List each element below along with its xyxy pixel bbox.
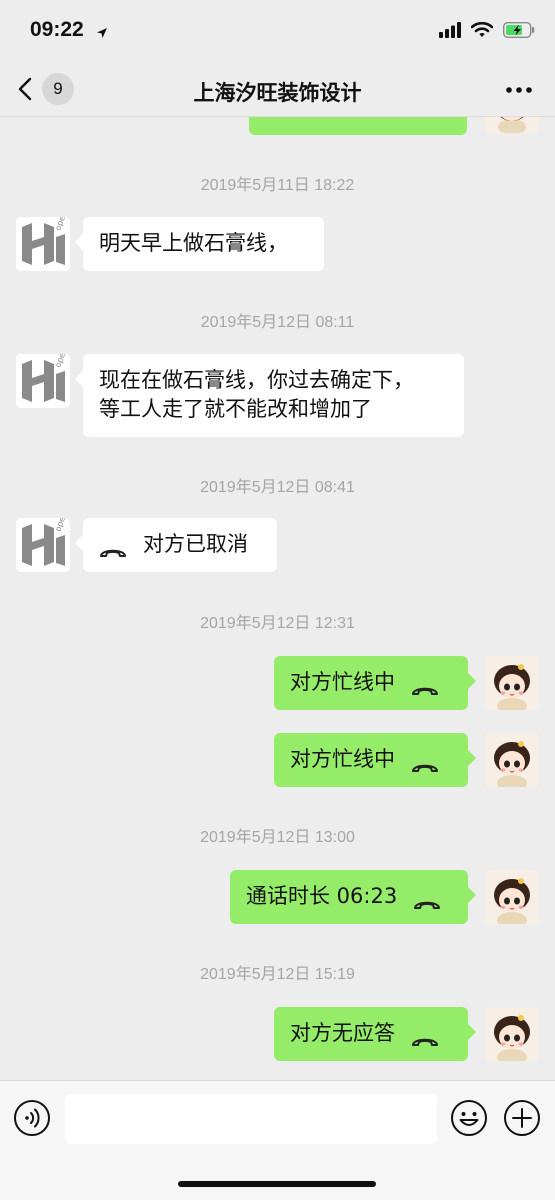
contact-avatar[interactable]: ope <box>16 217 70 271</box>
call-status-text: 对方忙线中 <box>290 670 395 694</box>
phone-hangup-icon <box>411 753 439 772</box>
message-text-line: 等工人走了就不能改和增加了 <box>99 397 372 421</box>
status-time: 09:22 <box>30 18 84 41</box>
battery-charging-icon <box>502 21 535 42</box>
my-avatar[interactable] <box>485 870 539 924</box>
call-record-sent[interactable]: 对方忙线中 <box>274 656 476 710</box>
phone-hangup-icon <box>411 676 439 695</box>
call-record-sent[interactable]: 对方忙线中 <box>274 733 476 787</box>
message-timestamp: 2019年5月12日 08:11 <box>200 314 355 331</box>
chat-title: 上海汐旺装饰设计 <box>193 81 362 105</box>
status-bar: 09:22 <box>0 0 555 66</box>
call-duration-text: 通话时长 06:23 <box>246 884 398 908</box>
message-text: 明天早上做石膏线， <box>99 231 288 255</box>
my-avatar[interactable] <box>485 1007 539 1061</box>
message-timestamp: 2019年5月11日 18:22 <box>200 177 355 194</box>
message-timestamp: 2019年5月12日 08:41 <box>200 479 355 496</box>
message-timestamp: 2019年5月12日 12:31 <box>200 615 355 632</box>
message-bubble-partial[interactable] <box>249 117 467 135</box>
phone-hangup-icon <box>411 1027 439 1046</box>
message-list[interactable]: 2019年5月11日 18:22 ope 明天早上做石膏线， 2019年5月12… <box>0 117 555 1080</box>
cellular-signal-icon <box>439 22 461 42</box>
call-record-sent[interactable]: 对方无应答 <box>274 1007 476 1061</box>
my-avatar[interactable] <box>485 656 539 710</box>
more-dots-icon[interactable] <box>505 80 533 100</box>
phone-hangup-icon <box>413 890 441 909</box>
wifi-icon <box>470 21 494 42</box>
location-arrow-icon <box>96 24 108 43</box>
my-avatar[interactable] <box>485 117 539 133</box>
phone-hangup-icon <box>99 538 127 557</box>
message-timestamp: 2019年5月12日 15:19 <box>200 966 355 983</box>
call-record-received[interactable]: 对方已取消 <box>75 518 277 572</box>
call-status-text: 对方已取消 <box>143 532 248 556</box>
my-avatar[interactable] <box>485 733 539 787</box>
call-status-text: 对方无应答 <box>290 1021 395 1045</box>
nav-bar: 9 上海汐旺装饰设计 <box>0 66 555 117</box>
message-input[interactable] <box>65 1094 437 1144</box>
message-bubble-received[interactable]: 现在在做石膏线，你过去确定下， 等工人走了就不能改和增加了 <box>75 354 464 437</box>
chat-screen: 09:22 9 上海汐旺装饰设计 2019年5月11日 18:22 ope 明天… <box>0 0 555 1200</box>
plus-icon[interactable] <box>503 1099 541 1137</box>
call-record-sent[interactable]: 通话时长 06:23 <box>230 870 476 924</box>
message-text-line: 现在在做石膏线，你过去确定下， <box>99 368 414 392</box>
contact-avatar[interactable]: ope <box>16 354 70 408</box>
contact-avatar[interactable]: ope <box>16 518 70 572</box>
home-indicator[interactable] <box>178 1181 376 1187</box>
message-timestamp: 2019年5月12日 13:00 <box>200 829 355 846</box>
call-status-text: 对方忙线中 <box>290 747 395 771</box>
emoji-icon[interactable] <box>450 1099 488 1137</box>
voice-icon[interactable] <box>13 1099 51 1137</box>
message-bubble-received[interactable]: 明天早上做石膏线， <box>75 217 324 271</box>
